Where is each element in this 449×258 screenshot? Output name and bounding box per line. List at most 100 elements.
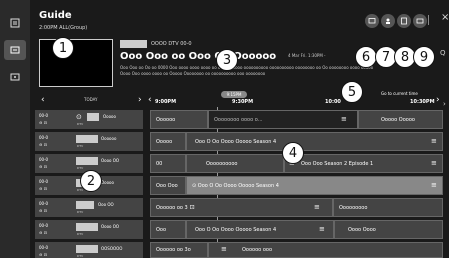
channel-row[interactable]: 00-0 ⊖ ⊡ OOSOOOO DTV [35, 242, 143, 258]
channel-row[interactable]: 00-0 ⊖ ⊡ Ooo OO DTV [35, 198, 143, 217]
channel-status-icons: ⊖ ⊡ [39, 208, 47, 213]
program-cell[interactable]: Ooo [150, 220, 186, 239]
channel-name: Ooo OO [98, 202, 114, 207]
callout-1: 1 [52, 37, 74, 59]
program-cell[interactable]: Ooo O Oo Oooo Ooooo Season 4 [186, 132, 443, 151]
program-title: Ooo O Oo Oooo Ooooo Season 4 [197, 182, 279, 189]
program-menu-icon[interactable]: ≡ [314, 203, 320, 211]
program-cell[interactable]: Oooooo ooo [208, 242, 443, 258]
channel-status-icons: ⊖ ⊡ [39, 142, 47, 147]
program-cell[interactable]: Oooooo oo 3 ⊡ [150, 198, 333, 217]
today-label: TODAY [84, 97, 98, 102]
callout-3: 3 [216, 49, 238, 71]
record-icon[interactable] [365, 14, 379, 28]
program-title: Ooo Ooo Season 2 Episode 1 [301, 160, 374, 167]
channel-number: 00-0 [39, 223, 49, 228]
program-title: Ooooo [156, 138, 173, 145]
channel-status-icons: ⊖ ⊡ [39, 164, 47, 169]
go-to-current-time-button[interactable]: Go to current time [381, 91, 418, 96]
program-cell[interactable]: Ooooo Ooooo [358, 110, 443, 129]
program-cell[interactable]: Oooooooooo [186, 154, 284, 173]
channel-type: DTV [77, 254, 84, 258]
program-title: Ooo O Oo Oooo Ooooo Season 4 [195, 138, 277, 145]
program-cell[interactable]: Oooooo [150, 110, 208, 129]
program-title: Oooo Oooo [348, 226, 376, 233]
program-cell[interactable]: 00 [150, 154, 186, 173]
program-menu-icon[interactable]: ≡ [431, 159, 437, 167]
callout-5: 5 [341, 81, 363, 103]
program-title: Oooooooooo [206, 160, 238, 167]
callout-4: 4 [282, 142, 304, 164]
program-menu-icon[interactable]: ≡ [221, 245, 227, 253]
scroll-right-icon[interactable]: › [443, 100, 446, 108]
channel-number: 00-0 [39, 157, 49, 162]
program-title: Oooooo oo 3o [156, 247, 191, 253]
page-subtitle: 2:00PM ALL(Group) [39, 25, 88, 31]
channel-number: 00-0 [39, 135, 49, 140]
channel-logo [76, 201, 94, 209]
channel-row[interactable]: 00-0 ⊖ ⊡ ⊙ Ooooo DTV [35, 110, 143, 129]
channel-number: 00-0 [39, 113, 49, 118]
program-cell[interactable]: Ooo Ooo Season 2 Episode 1 [284, 154, 443, 173]
channel-name: Oooooo [101, 136, 117, 141]
program-cell-selected[interactable]: ⊙ Ooo O Oo Oooo Ooooo Season 4 [186, 176, 443, 195]
close-icon[interactable]: × [441, 12, 449, 23]
toolbar-divider [428, 15, 429, 25]
program-title: Oooooooo oooo o... [214, 116, 263, 123]
channel-row[interactable]: 00-0 ⊖ ⊡ Oooooo DTV [35, 132, 143, 151]
prev-day-arrow-icon[interactable]: ‹ [41, 95, 45, 105]
time-prev-arrow-icon[interactable]: ‹ [148, 95, 152, 105]
program-title: 00 [156, 160, 163, 167]
search-icon[interactable]: Q [440, 49, 446, 57]
program-title: Ooo Ooo [156, 182, 178, 189]
program-cell[interactable]: Ooo Ooo [150, 176, 186, 195]
program-cell[interactable]: Ooooo [150, 132, 186, 151]
channel-logo [76, 157, 98, 165]
screen-icon[interactable] [413, 14, 427, 28]
program-title: Ooo O Oo Oooo Ooooo Season 4 [195, 226, 277, 233]
program-title: Ooooooooo [339, 204, 368, 211]
channel-logo [120, 40, 147, 48]
current-time-badge: 9:15PM [221, 91, 247, 98]
page-title: Guide [39, 10, 72, 21]
menu-icon[interactable] [4, 13, 26, 33]
program-cell[interactable]: Ooooooooo [333, 198, 443, 217]
preview-description: Ooo Ooo oo Oo oo 0000 Ooo oooo oooo oooo… [120, 65, 374, 76]
program-menu-icon[interactable]: ≡ [431, 137, 437, 145]
preview-window[interactable] [39, 39, 113, 87]
time-slot-label: 9:30PM [232, 99, 254, 105]
callout-6: 6 [355, 46, 377, 68]
filter-icon[interactable] [397, 14, 411, 28]
program-menu-icon[interactable]: ≡ [341, 115, 347, 123]
channel-logo [76, 135, 98, 143]
person-icon[interactable] [381, 14, 395, 28]
schedule-icon[interactable] [4, 67, 26, 87]
program-title: Ooooo Ooooo [381, 116, 415, 123]
program-cell[interactable]: Oooo Oooo [334, 220, 443, 239]
program-cell[interactable]: Ooo O Oo Oooo Ooooo Season 4 [186, 220, 334, 239]
preview-channel: OOOO DTV 00-0 [151, 41, 192, 47]
time-slot-label: 10:30PM [410, 99, 435, 105]
program-cell[interactable]: Oooooooo oooo o... [208, 110, 358, 129]
channel-number: 00-0 [39, 245, 49, 250]
program-cell[interactable]: Oooooo oo 3o [150, 242, 208, 258]
channel-status-icons: ⊖ ⊡ [39, 230, 47, 235]
channel-name: Oooo OO [101, 158, 120, 163]
channel-number: 00-0 [39, 201, 49, 206]
channel-name: OOSOOOO [101, 246, 123, 251]
channel-status-icons: ⊖ ⊡ [39, 120, 47, 125]
channel-status-icons: ⊖ ⊡ [39, 252, 47, 257]
preview-program-title: Ooo Ooo oo Ooo Oo Oooooo [120, 51, 277, 62]
next-day-arrow-icon[interactable]: › [138, 95, 142, 105]
time-next-arrow-icon[interactable]: › [436, 95, 440, 105]
preview-date-time: 4 Mar Fri. 1:30PM - [288, 53, 326, 58]
channel-type: DTV [77, 166, 84, 170]
callout-2: 2 [80, 170, 102, 192]
channel-type: DTV [77, 210, 84, 214]
program-title: Oooooo [156, 116, 176, 123]
program-menu-icon[interactable]: ≡ [319, 225, 325, 233]
guide-tab-icon[interactable] [4, 40, 26, 60]
program-menu-icon[interactable]: ≡ [431, 181, 437, 189]
channel-row[interactable]: 00-0 ⊖ ⊡ Oooo OO DTV [35, 220, 143, 239]
channel-logo [87, 113, 99, 121]
